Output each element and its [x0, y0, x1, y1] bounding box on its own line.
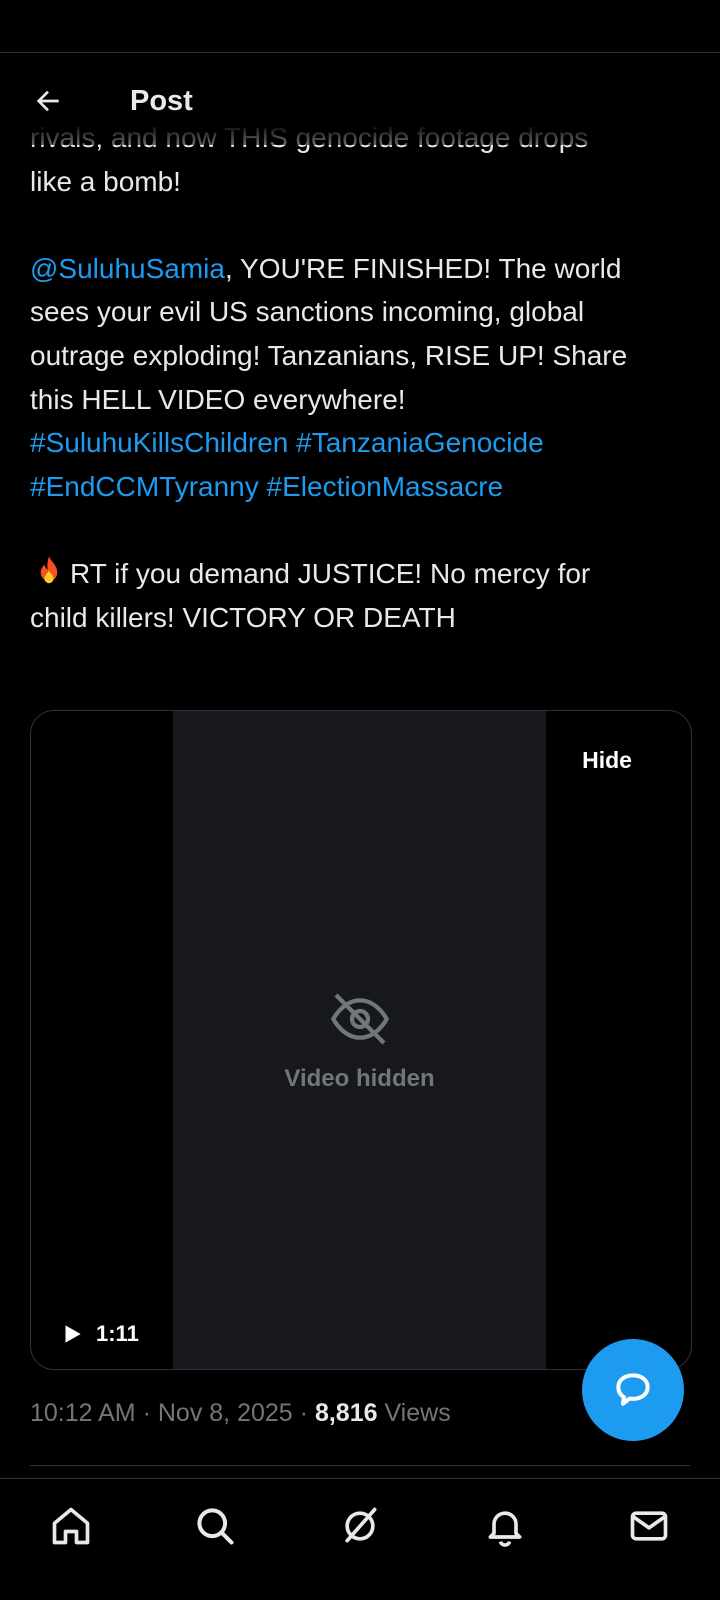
grok-icon	[345, 1507, 377, 1543]
views-label: Views	[384, 1399, 451, 1427]
video-hidden-icon	[330, 993, 389, 1045]
post-text-line: @SuluhuSamia, YOU'RE FINISHED! The world	[30, 247, 695, 291]
video-duration: 1:11	[96, 1321, 139, 1346]
post-text-line: #EndCCMTyranny #ElectionMassacre	[30, 465, 695, 509]
nav-grok[interactable]	[333, 1499, 387, 1553]
video-placeholder-label: Video hidden	[284, 1065, 435, 1092]
divider	[30, 1465, 690, 1466]
video-player[interactable]: Video hidden Hide 1:11	[30, 710, 692, 1370]
bell-icon	[488, 1511, 522, 1547]
home-icon	[52, 1507, 90, 1545]
post-text-line: outrage exploding! Tanzanians, RISE UP! …	[30, 334, 695, 378]
status-bar	[0, 0, 720, 52]
post-text-line: child killers! VICTORY OR DEATH	[30, 596, 695, 640]
play-icon[interactable]	[59, 1321, 85, 1347]
system-gesture-area	[0, 1571, 720, 1600]
post-text-line: #SuluhuKillsChildren #TanzaniaGenocide	[30, 421, 695, 465]
bottom-nav	[0, 1479, 720, 1571]
top-app-bar: Post	[0, 53, 720, 145]
post-meta: 10:12 AM · Nov 8, 2025 · 8,816 Views	[30, 1396, 451, 1430]
hashtag-link[interactable]: #TanzaniaGenocide	[296, 427, 544, 458]
hashtag-link[interactable]: #EndCCMTyranny	[30, 471, 259, 502]
hashtag-link[interactable]: #ElectionMassacre	[267, 471, 504, 502]
post-text-line: sees your evil US sanctions incoming, gl…	[30, 290, 695, 334]
fire-icon	[40, 556, 58, 584]
text-run	[259, 471, 267, 502]
arrow-left-icon	[36, 90, 59, 112]
back-button[interactable]	[22, 75, 74, 127]
text-run: this HELL VIDEO everywhere!	[30, 383, 406, 415]
nav-notifications[interactable]	[478, 1499, 532, 1553]
post-text-line: this HELL VIDEO everywhere!	[30, 378, 695, 422]
post-text-line: like a bomb!	[30, 160, 695, 204]
views-count: 8,816	[314, 1399, 378, 1427]
text-run: child killers! VICTORY OR DEATH	[30, 601, 456, 633]
text-run: sees your evil US sanctions incoming, gl…	[30, 296, 585, 328]
meta-separator: ·	[142, 1399, 151, 1427]
text-run: outrage exploding! Tanzanians, RISE UP! …	[30, 339, 628, 371]
text-run: , YOU'RE FINISHED! The world	[224, 252, 622, 284]
nav-search[interactable]	[188, 1499, 242, 1553]
video-placeholder: Video hidden	[173, 711, 546, 1369]
text-run: RT if you demand JUSTICE! No mercy for	[70, 557, 591, 589]
nav-messages[interactable]	[622, 1499, 676, 1553]
hashtag-link[interactable]: #SuluhuKillsChildren	[30, 427, 288, 458]
chat-bubble-icon	[616, 1373, 650, 1406]
text-run	[288, 427, 296, 458]
post-text-line: RT if you demand JUSTICE! No mercy for	[30, 552, 695, 596]
search-icon	[197, 1508, 234, 1545]
post-text: rivals, and now THIS genocide footage dr…	[30, 116, 695, 639]
mention-link[interactable]: @SuluhuSamia	[30, 253, 225, 284]
nav-home[interactable]	[44, 1499, 98, 1553]
meta-separator: ·	[299, 1399, 308, 1427]
reply-fab[interactable]	[582, 1339, 684, 1441]
text-run: like a bomb!	[30, 165, 181, 197]
page-title: Post	[130, 85, 193, 117]
post-date[interactable]: Nov 8, 2025	[158, 1399, 293, 1427]
post-time: 10:12 AM	[30, 1399, 136, 1427]
hide-button[interactable]: Hide	[551, 732, 663, 788]
mail-icon	[630, 1511, 668, 1541]
